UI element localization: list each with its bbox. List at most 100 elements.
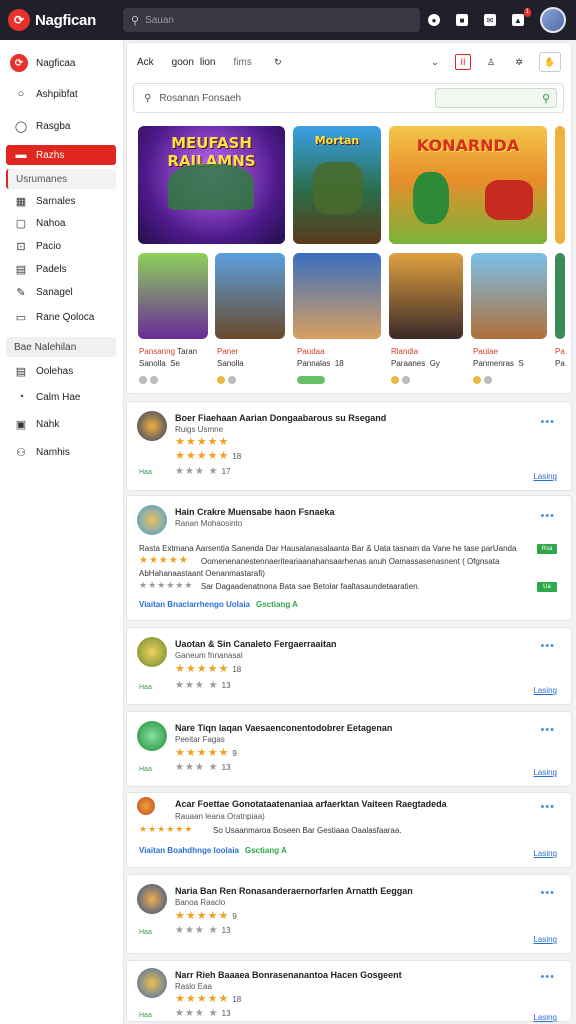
more-options-icon[interactable]: •••	[540, 724, 555, 736]
game-thumb-3[interactable]	[293, 253, 381, 339]
star-rating: ★★★★★ 18	[175, 450, 242, 462]
hero-art	[413, 172, 449, 224]
sidebar-brand[interactable]: ⟳ Nagficaa	[0, 40, 123, 76]
sidebar-item-usrumanes[interactable]: Usrumanes	[6, 169, 116, 189]
status-tag: Haa	[139, 684, 152, 691]
star-rating: ★★★★★ 18	[175, 993, 242, 1005]
review-link[interactable]: Lasing	[533, 472, 557, 481]
game-search-text: Rosanan Fonsaeh	[159, 92, 242, 104]
sidebar-item-nahk[interactable]: ▣ Nahk	[6, 414, 116, 434]
game-thumb-6[interactable]	[555, 253, 565, 339]
game-tile-large[interactable]: MEUFASH RAILAMNS	[138, 126, 285, 244]
doc-icon: ▤	[15, 263, 27, 276]
sidebar-item-rasgba[interactable]: ◯ Rasgba	[6, 116, 116, 136]
globe-icon[interactable]: ●	[428, 14, 440, 26]
refresh-icon[interactable]: ↻	[270, 54, 286, 70]
sidebar-item-sanagel[interactable]: ✎ Sanagel	[6, 282, 116, 302]
search-icon: ⚲	[131, 14, 140, 27]
rating-dot	[228, 376, 236, 384]
user-icon[interactable]: ♙	[483, 54, 499, 70]
reviewer-avatar	[137, 884, 167, 914]
review-links[interactable]: Viaitan Bnaclarrhengo Uolaia Gsctiang A	[139, 600, 298, 609]
status-tag: Haa	[139, 469, 152, 476]
more-options-icon[interactable]: •••	[540, 971, 555, 983]
sidebar-item-padels[interactable]: ▤ Padels	[6, 259, 116, 279]
avatar[interactable]	[540, 7, 566, 33]
more-options-icon[interactable]: •••	[540, 887, 555, 899]
sidebar-item-nahoa[interactable]: ▢ Nahoa	[6, 213, 116, 233]
sidebar-item-pacio[interactable]: ⊡ Pacio	[6, 236, 116, 256]
sidebar-item-razhs[interactable]: ▬ Razhs	[6, 145, 116, 165]
sidebar-item-oolehas[interactable]: ▤ Oolehas	[6, 361, 116, 381]
sidebar-item-rane-qoloca[interactable]: ▭ Rane Qoloca	[6, 307, 116, 327]
logo-icon: ⟳	[10, 54, 28, 72]
star-rating: ★★★★★	[175, 436, 230, 448]
chat-icon: ◯	[14, 120, 28, 133]
vehicle-art	[485, 180, 533, 220]
rating-bar	[297, 376, 325, 384]
review-link[interactable]: Lasing	[533, 1013, 557, 1022]
pen-icon: ✎	[16, 286, 26, 299]
review-card: Uaotan & Sin Canaleto Fergaerraaitan Gan…	[126, 627, 572, 705]
sidebar-item-namhis[interactable]: ⚇ Namhis	[6, 442, 116, 462]
game-tile-medium[interactable]: Mortan	[293, 126, 381, 244]
reviewer-avatar	[137, 505, 167, 535]
rating-dot	[484, 376, 492, 384]
sidebar-item-calm-hae[interactable]: ◔ Calm Hae	[6, 387, 116, 407]
review-links[interactable]: Viaitan Boahdhnge Ioolaia Gsctiang A	[139, 846, 287, 855]
rating-dot	[150, 376, 158, 384]
hand-icon[interactable]: ✋	[539, 52, 561, 72]
filter-ack[interactable]: Ack	[137, 57, 154, 68]
game-tile-wide[interactable]: KONARNDA	[389, 126, 547, 244]
filter-fims[interactable]: fims	[234, 57, 252, 68]
game-thumb-1[interactable]	[138, 253, 208, 339]
grey-rating: ★★★ ★ 13	[175, 762, 231, 773]
review-card: Acar Foettae Gonotataatenaniaa arfaerkta…	[126, 792, 572, 868]
review-card: Naria Ban Ren Ronasanderaernorfarlen Arn…	[126, 874, 572, 954]
review-card: Hain Crakre Muensabe haon Fsnaeka Ranan …	[126, 495, 572, 621]
game-meta-6: Pa Pa	[555, 347, 565, 368]
star-rating: ★★★★★	[139, 555, 189, 566]
bell-icon[interactable]: ▲ 1	[512, 8, 531, 26]
star-rating: ★★★★★ 18	[175, 663, 242, 675]
sidebar-item-sarnales[interactable]: ▦ Sarnales	[6, 191, 116, 211]
top-bar: ⟳ Nagfican ⚲ Sauan ● ■ ✉ ▲ 1	[0, 0, 576, 40]
review-link[interactable]: Lasing	[533, 935, 557, 944]
settings-icon[interactable]: ✲	[511, 54, 527, 70]
hero-art	[313, 162, 363, 214]
more-options-icon[interactable]: •••	[540, 640, 555, 652]
pause-icon[interactable]: II	[455, 54, 471, 70]
sidebar-item-ashpibfat[interactable]: ○ Ashpibfat	[6, 84, 116, 104]
game-thumb-5[interactable]	[471, 253, 547, 339]
review-link[interactable]: Lasing	[533, 686, 557, 695]
mail-icon[interactable]: ✉	[484, 14, 496, 26]
games-panel: Ack goon lion fims ↻ ⌄ II ♙ ✲ ✋ ⚲ Rosana…	[126, 42, 572, 394]
search-input[interactable]: ⚲ Sauan	[123, 8, 420, 32]
chat-icon[interactable]: ■	[456, 14, 468, 26]
game-thumb-4[interactable]	[389, 253, 463, 339]
review-link[interactable]: Lasing	[533, 768, 557, 777]
logo-icon[interactable]: ⟳	[8, 9, 30, 31]
filter-lion[interactable]: lion	[200, 57, 216, 68]
review-card: Nare Tiqn laqan Vaesaenconentodobrer Eet…	[126, 711, 572, 787]
filter-goon[interactable]: goon	[172, 57, 194, 68]
game-search-input[interactable]: ⚲ Rosanan Fonsaeh ⚲	[133, 83, 564, 113]
star-rating: ★★★★★ 9	[175, 910, 237, 922]
status-tag: Haa	[139, 766, 152, 773]
search-button[interactable]: ⚲	[435, 88, 557, 108]
status-tag: Haa	[139, 1012, 152, 1019]
top-icons: ● ■ ✉ ▲ 1	[428, 7, 566, 33]
game-meta-3: Paudaa Pannalas 18	[297, 346, 344, 384]
grey-rating: ★★★ ★ 13	[175, 925, 231, 936]
more-options-icon[interactable]: •••	[540, 416, 555, 428]
review-link[interactable]: Lasing	[533, 849, 557, 858]
game-tile-partial[interactable]	[555, 126, 565, 244]
doc-icon: ▤	[15, 365, 27, 378]
more-options-icon[interactable]: •••	[540, 510, 555, 522]
chevron-down-icon[interactable]: ⌄	[427, 54, 443, 70]
star-rating: ★★★★★ 9	[175, 747, 237, 759]
app-title[interactable]: Nagfican	[35, 12, 96, 29]
more-options-icon[interactable]: •••	[540, 801, 555, 813]
sidebar-brand-label: Nagficaa	[36, 57, 76, 69]
game-thumb-2[interactable]	[215, 253, 285, 339]
